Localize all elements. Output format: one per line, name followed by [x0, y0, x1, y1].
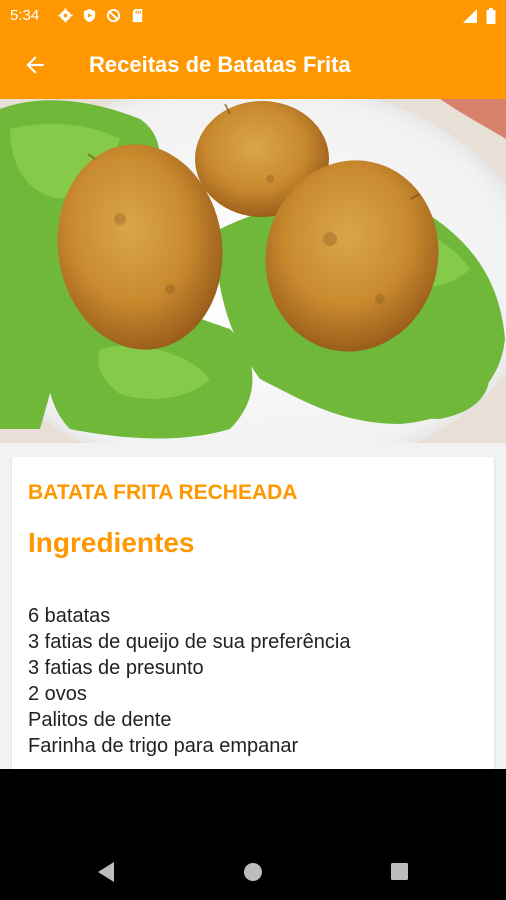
- home-nav-icon[interactable]: [243, 862, 263, 882]
- recents-nav-icon[interactable]: [390, 862, 409, 881]
- ingredients-list: 6 batatas 3 fatias de queijo de sua pref…: [28, 603, 350, 759]
- status-icons-left: [58, 8, 145, 23]
- recipe-content: BATATA FRITA RECHEADA Ingredientes 6 bat…: [0, 443, 506, 769]
- recipe-photo: [0, 99, 506, 443]
- signal-icon: [463, 9, 477, 23]
- settings-icon: [58, 8, 73, 23]
- ingredient-item: 3 fatias de presunto: [28, 657, 204, 679]
- navigation-bar: [0, 769, 506, 900]
- ingredients-heading: Ingredientes: [28, 527, 195, 558]
- sd-card-icon: [132, 8, 143, 23]
- page-title: Receitas de Batatas Frita: [89, 52, 351, 77]
- ingredient-item: 2 ovos: [28, 683, 87, 705]
- ingredient-item: Farinha de trigo para empanar: [28, 735, 299, 757]
- recipe-name: BATATA FRITA RECHEADA: [28, 481, 298, 504]
- back-nav-icon[interactable]: [96, 861, 116, 883]
- play-protect-icon: [83, 8, 96, 23]
- app-bar: Receitas de Batatas Frita: [0, 32, 506, 99]
- battery-icon: [486, 8, 496, 24]
- status-bar: 5:34: [0, 0, 506, 32]
- sync-off-icon: [106, 8, 121, 23]
- ingredient-item: 6 batatas: [28, 605, 111, 627]
- recipe-card: BATATA FRITA RECHEADA Ingredientes 6 bat…: [12, 457, 494, 769]
- ingredient-item: Palitos de dente: [28, 709, 172, 731]
- ingredient-item: 3 fatias de queijo de sua preferência: [28, 631, 351, 653]
- status-time: 5:34: [10, 7, 40, 24]
- arrow-back-icon[interactable]: [22, 52, 48, 78]
- recipe-photo-illustration: [0, 99, 506, 443]
- status-icons-right: [462, 8, 496, 24]
